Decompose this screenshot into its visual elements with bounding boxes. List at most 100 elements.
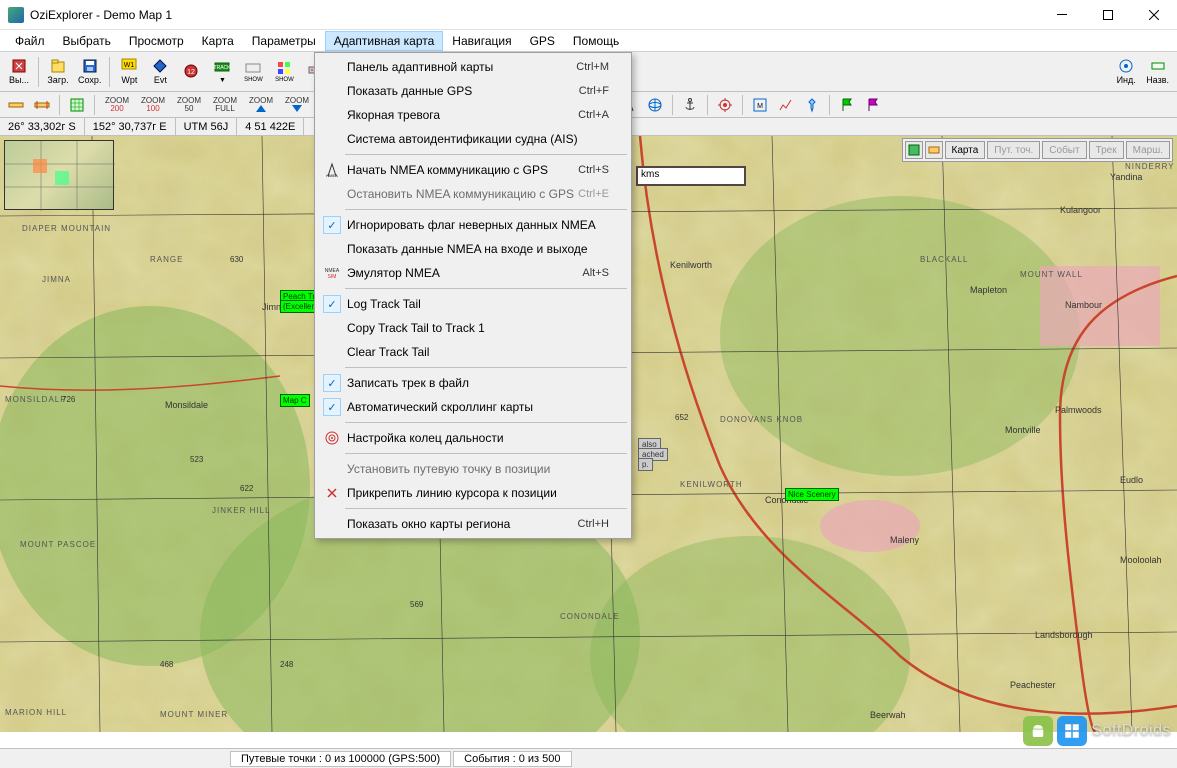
track-icon: TRACK xyxy=(214,60,230,76)
zoom-out[interactable]: ZOOM xyxy=(280,94,314,116)
menu-view[interactable]: Просмотр xyxy=(120,31,193,51)
tab-events[interactable]: Событ xyxy=(1042,141,1086,159)
maximize-button[interactable] xyxy=(1085,0,1131,30)
tool-evt[interactable]: Evt xyxy=(145,55,175,89)
tool-circle[interactable]: 12 xyxy=(176,55,206,89)
menu-option-label: Показать данные NMEA на входе и выходе xyxy=(347,242,588,256)
tool-anchor[interactable] xyxy=(678,94,702,116)
tool-flag1[interactable] xyxy=(835,94,859,116)
pin-icon xyxy=(324,485,340,501)
tool-ruler1[interactable] xyxy=(4,94,28,116)
menu-adaptive-map[interactable]: Адаптивная карта xyxy=(325,31,444,51)
menu-option-14[interactable]: Clear Track Tail xyxy=(317,340,629,364)
elevation-label: 248 xyxy=(280,660,293,669)
tool-pushpin[interactable] xyxy=(800,94,824,116)
layer-icon-2[interactable] xyxy=(925,141,943,159)
zoom-50[interactable]: ZOOM50 xyxy=(172,94,206,116)
menubar: Файл Выбрать Просмотр Карта Параметры Ад… xyxy=(0,30,1177,52)
minimize-button[interactable] xyxy=(1039,0,1085,30)
shortcut-label: Ctrl+A xyxy=(578,109,609,121)
menu-help[interactable]: Помощь xyxy=(564,31,628,51)
menu-option-19[interactable]: Настройка колец дальности xyxy=(317,426,629,450)
tab-waypoints[interactable]: Пут. точ. xyxy=(987,141,1040,159)
tool-tracksnow[interactable]: SHOW xyxy=(238,55,268,89)
menu-option-label: Показать данные GPS xyxy=(347,84,472,98)
menu-option-17[interactable]: ✓Автоматический скроллинг карты xyxy=(317,395,629,419)
shortcut-label: Ctrl+S xyxy=(578,164,609,176)
map-note[interactable]: p. xyxy=(638,458,653,471)
menu-option-label: Остановить NMEA коммуникацию с GPS xyxy=(347,187,574,201)
zoom-full[interactable]: ZOOMFULL xyxy=(208,94,242,116)
tool-chart[interactable]: M xyxy=(748,94,772,116)
elevation-label: 652 xyxy=(675,413,688,422)
tool-flag2[interactable] xyxy=(861,94,885,116)
menu-select[interactable]: Выбрать xyxy=(54,31,120,51)
tab-map[interactable]: Карта xyxy=(945,141,986,159)
zoom-in[interactable]: ZOOM xyxy=(244,94,278,116)
svg-text:W1: W1 xyxy=(124,62,135,69)
symbol-icon xyxy=(276,60,292,76)
tool-save[interactable]: Сохр. xyxy=(74,55,105,89)
tool-load[interactable]: Загр. xyxy=(43,55,73,89)
menu-map[interactable]: Карта xyxy=(193,31,243,51)
tool-globe[interactable] xyxy=(643,94,667,116)
menu-option-24[interactable]: Показать окно карты регионаCtrl+H xyxy=(317,512,629,536)
svg-text:M: M xyxy=(757,103,763,110)
window-title: OziExplorer - Demo Map 1 xyxy=(30,8,1039,22)
tool-ruler2[interactable] xyxy=(30,94,54,116)
elevation-label: 523 xyxy=(190,455,203,464)
check-icon: ✓ xyxy=(323,295,341,313)
adaptive-map-menu: Панель адаптивной картыCtrl+MПоказать да… xyxy=(314,52,632,539)
menu-option-10[interactable]: NMEASIMЭмулятор NMEAAlt+S xyxy=(317,261,629,285)
tool-indicator[interactable]: Инд. xyxy=(1111,55,1141,89)
menu-option-16[interactable]: ✓Записать трек в файл xyxy=(317,371,629,395)
shortcut-label: Ctrl+H xyxy=(578,518,609,530)
map-annotation[interactable]: Nice Scenery xyxy=(785,488,839,501)
zoom-200[interactable]: ZOOM200 xyxy=(100,94,134,116)
tool-exit[interactable]: Вы... xyxy=(4,55,34,89)
menu-option-label: Игнорировать флаг неверных данных NMEA xyxy=(347,218,596,232)
menu-option-12[interactable]: ✓Log Track Tail xyxy=(317,292,629,316)
menu-option-8[interactable]: ✓Игнорировать флаг неверных данных NMEA xyxy=(317,213,629,237)
tool-wpt[interactable]: W1Wpt xyxy=(114,55,144,89)
utm-coord-display: 4 51 422E xyxy=(237,118,304,135)
tool-target[interactable] xyxy=(713,94,737,116)
map-overview-thumbnail[interactable] xyxy=(4,140,114,210)
menu-option-0[interactable]: Панель адаптивной картыCtrl+M xyxy=(317,55,629,79)
place-label: Yandina xyxy=(1110,172,1142,182)
tab-route[interactable]: Марш. xyxy=(1126,141,1170,159)
tool-graph[interactable] xyxy=(774,94,798,116)
exit-icon xyxy=(11,58,27,74)
menu-option-9[interactable]: Показать данные NMEA на входе и выходе xyxy=(317,237,629,261)
place-label: DIAPER MOUNTAIN xyxy=(22,224,111,233)
tool-grid[interactable] xyxy=(65,94,89,116)
tool-track[interactable]: TRACK▼ xyxy=(207,55,237,89)
place-label: MOUNT WALL xyxy=(1020,270,1083,279)
menu-options[interactable]: Параметры xyxy=(243,31,325,51)
menu-file[interactable]: Файл xyxy=(6,31,54,51)
elevation-label: 569 xyxy=(410,600,423,609)
close-button[interactable] xyxy=(1131,0,1177,30)
menu-option-13[interactable]: Copy Track Tail to Track 1 xyxy=(317,316,629,340)
menu-option-2[interactable]: Якорная тревогаCtrl+A xyxy=(317,103,629,127)
tool-name[interactable]: Назв. xyxy=(1142,55,1173,89)
place-label: Peachester xyxy=(1010,680,1056,690)
menu-option-1[interactable]: Показать данные GPSCtrl+F xyxy=(317,79,629,103)
menu-option-label: Автоматический скроллинг карты xyxy=(347,400,533,414)
map-annotation[interactable]: Map C xyxy=(280,394,310,407)
indicator-icon xyxy=(1118,58,1134,74)
menu-option-label: Панель адаптивной карты xyxy=(347,60,493,74)
menu-option-22[interactable]: Прикрепить линию курсора к позиции xyxy=(317,481,629,505)
menu-option-3[interactable]: Система автоидентификации судна (AIS) xyxy=(317,127,629,151)
place-label: Kenilworth xyxy=(670,260,712,270)
place-label: Palmwoods xyxy=(1055,405,1102,415)
tab-track[interactable]: Трек xyxy=(1089,141,1124,159)
elevation-label: 726 xyxy=(62,395,75,404)
menu-option-5[interactable]: NMEAНачать NMEA коммуникацию с GPSCtrl+S xyxy=(317,158,629,182)
menu-gps[interactable]: GPS xyxy=(521,31,564,51)
layer-icon-1[interactable] xyxy=(905,141,923,159)
menu-navigation[interactable]: Навигация xyxy=(443,31,520,51)
zoom-100[interactable]: ZOOM100 xyxy=(136,94,170,116)
place-label: CONONDALE xyxy=(560,612,620,621)
tool-sym[interactable]: SHOW xyxy=(269,55,299,89)
